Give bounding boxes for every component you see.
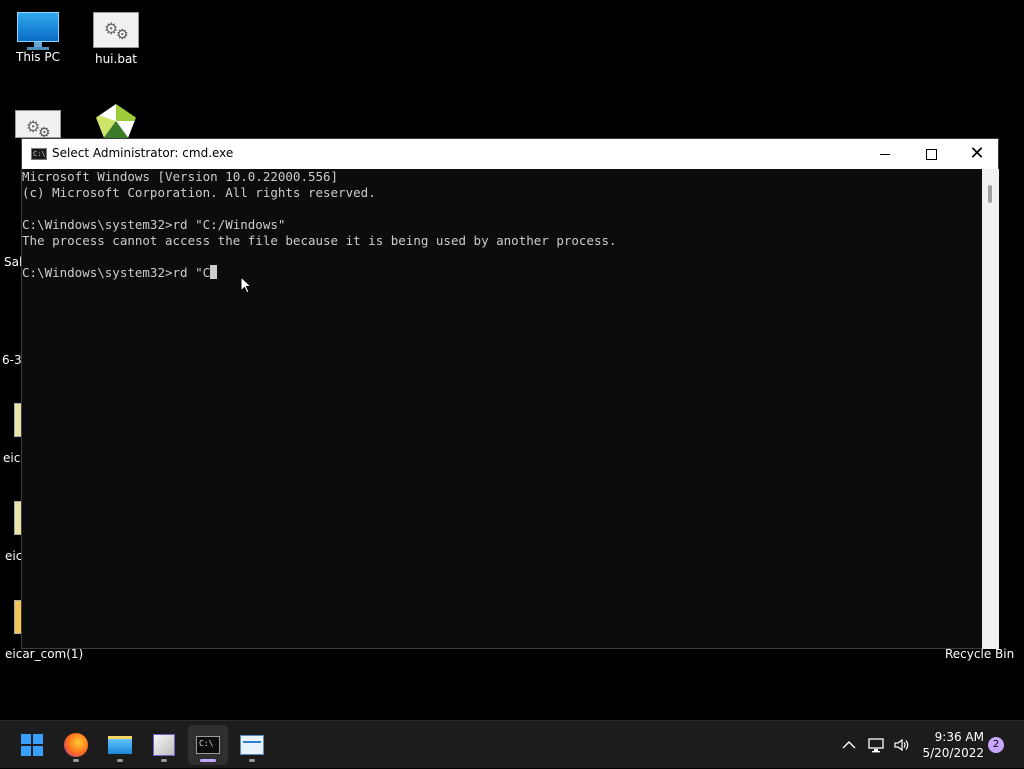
notepad-icon: [153, 734, 175, 756]
desktop-icon-hui-bat[interactable]: ⚙ ⚙ hui.bat: [78, 12, 154, 66]
console-line: (c) Microsoft Corporation. All rights re…: [22, 185, 376, 200]
batch-file-icon: ⚙ ⚙: [93, 12, 139, 48]
taskbar-cmd[interactable]: C:\: [188, 725, 228, 765]
clock-date: 5/20/2022: [922, 746, 984, 760]
clock-time: 9:36 AM: [934, 730, 984, 744]
desktop-icon-label: This PC: [16, 50, 60, 64]
desktop-icon-this-pc[interactable]: This PC: [0, 12, 76, 64]
desktop-icon-partial-app[interactable]: [78, 104, 154, 138]
taskbar-firefox[interactable]: [56, 725, 96, 765]
chevron-up-icon: [842, 741, 856, 749]
cmd-window[interactable]: C:\ Select Administrator: cmd.exe ✕ Micr…: [21, 138, 999, 649]
close-icon: ✕: [969, 143, 985, 164]
console-output[interactable]: Microsoft Windows [Version 10.0.22000.55…: [22, 169, 981, 649]
windows-logo-icon: [21, 734, 43, 756]
tray-overflow-button[interactable]: [842, 721, 856, 769]
command-prompt-icon: C:\: [196, 736, 220, 754]
console-prompt-text: C:\Windows\system32>rd "C: [22, 265, 211, 280]
firefox-icon: [64, 733, 88, 757]
monitor-icon: [17, 12, 59, 50]
taskbar-file-explorer[interactable]: [100, 725, 140, 765]
window-title: Select Administrator: cmd.exe: [52, 146, 234, 160]
console-prompt-line[interactable]: C:\Windows\system32>rd "C: [22, 265, 981, 281]
desktop-icon-recycle-bin[interactable]: Recycle Bin: [945, 647, 1014, 661]
start-button[interactable]: [12, 725, 52, 765]
maximize-icon: [925, 148, 937, 160]
console-line: The process cannot access the file becau…: [22, 233, 617, 248]
close-button[interactable]: ✕: [954, 139, 1000, 169]
batch-file-icon: ⚙ ⚙: [15, 110, 61, 141]
clock-button[interactable]: 9:36 AM 5/20/2022: [918, 729, 984, 761]
file-explorer-icon: [108, 736, 132, 754]
text-cursor: [210, 265, 218, 279]
desktop-icon-partial-bat[interactable]: ⚙ ⚙: [0, 110, 76, 141]
speaker-icon: [894, 738, 909, 752]
app-icon: [96, 104, 136, 138]
maximize-button[interactable]: [908, 139, 954, 169]
desktop-icon-label: eicar_com(1): [5, 647, 84, 661]
command-prompt-icon: C:\: [31, 148, 47, 160]
minimize-icon: [880, 153, 890, 155]
taskbar-task-manager[interactable]: [232, 725, 272, 765]
taskbar: C:\ 9:36 AM 5/20/2022 2: [0, 720, 1024, 768]
network-icon: [868, 738, 884, 753]
notification-badge[interactable]: 2: [988, 737, 1004, 753]
taskbar-notepad[interactable]: [144, 725, 184, 765]
scrollbar-thumb[interactable]: [988, 185, 992, 203]
volume-button[interactable]: [893, 721, 911, 769]
desktop-icon-label: hui.bat: [94, 52, 138, 66]
mouse-pointer-icon: [240, 276, 252, 294]
console-line: Microsoft Windows [Version 10.0.22000.55…: [22, 169, 339, 184]
network-status-button[interactable]: [868, 721, 886, 769]
title-bar[interactable]: C:\ Select Administrator: cmd.exe ✕: [22, 139, 998, 169]
minimize-button[interactable]: [862, 139, 908, 169]
console-line: C:\Windows\system32>rd "C:/Windows": [22, 217, 286, 232]
task-manager-icon: [240, 735, 264, 755]
vertical-scrollbar[interactable]: [982, 169, 999, 649]
